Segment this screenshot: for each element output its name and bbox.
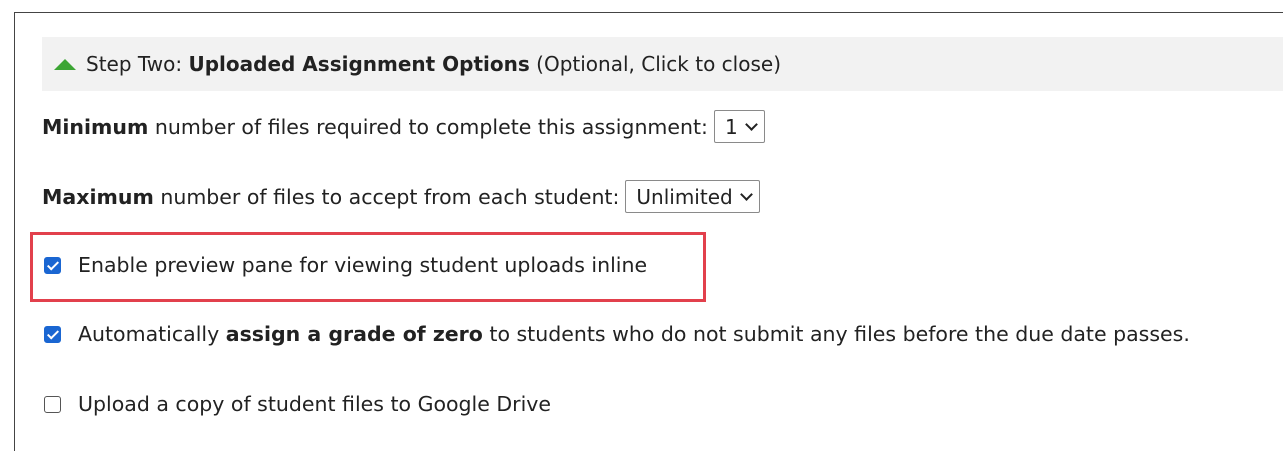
step-two-header[interactable]: Step Two: Uploaded Assignment Options (O… xyxy=(42,37,1283,91)
auto-zero-option: Automatically assign a grade of zero to … xyxy=(42,322,1190,346)
auto-zero-label-post[interactable]: to students who do not submit any files … xyxy=(483,322,1189,346)
auto-zero-label-pre[interactable]: Automatically xyxy=(78,322,226,346)
google-drive-option: Upload a copy of student files to Google… xyxy=(42,392,551,416)
chevron-down-icon xyxy=(739,187,753,201)
auto-zero-label-bold[interactable]: assign a grade of zero xyxy=(226,322,483,346)
maximum-files-select[interactable]: Unlimited xyxy=(625,180,760,213)
maximum-label-bold: Maximum xyxy=(42,184,154,209)
google-drive-label[interactable]: Upload a copy of student files to Google… xyxy=(78,392,551,416)
maximum-files-value: Unlimited xyxy=(636,184,733,209)
chevron-down-icon xyxy=(744,117,758,131)
minimum-files-select[interactable]: 1 xyxy=(713,110,765,143)
minimum-files-value: 1 xyxy=(724,114,738,139)
header-suffix: (Optional, Click to close) xyxy=(529,52,781,76)
minimum-files-row: Minimum number of files required to comp… xyxy=(42,110,765,143)
google-drive-checkbox[interactable] xyxy=(44,395,61,413)
header-prefix: Step Two: xyxy=(86,52,189,76)
preview-pane-checkbox[interactable] xyxy=(44,256,61,274)
auto-zero-checkbox[interactable] xyxy=(44,325,61,343)
maximum-label-text: number of files to accept from each stud… xyxy=(153,184,620,209)
maximum-files-row: Maximum number of files to accept from e… xyxy=(42,180,760,213)
preview-pane-option: Enable preview pane for viewing student … xyxy=(42,253,647,277)
minimum-label-text: number of files required to complete thi… xyxy=(148,114,708,139)
collapse-triangle-icon[interactable] xyxy=(54,58,76,70)
header-title: Uploaded Assignment Options xyxy=(188,52,530,76)
minimum-label-bold: Minimum xyxy=(42,114,149,139)
preview-pane-label[interactable]: Enable preview pane for viewing student … xyxy=(78,253,647,277)
